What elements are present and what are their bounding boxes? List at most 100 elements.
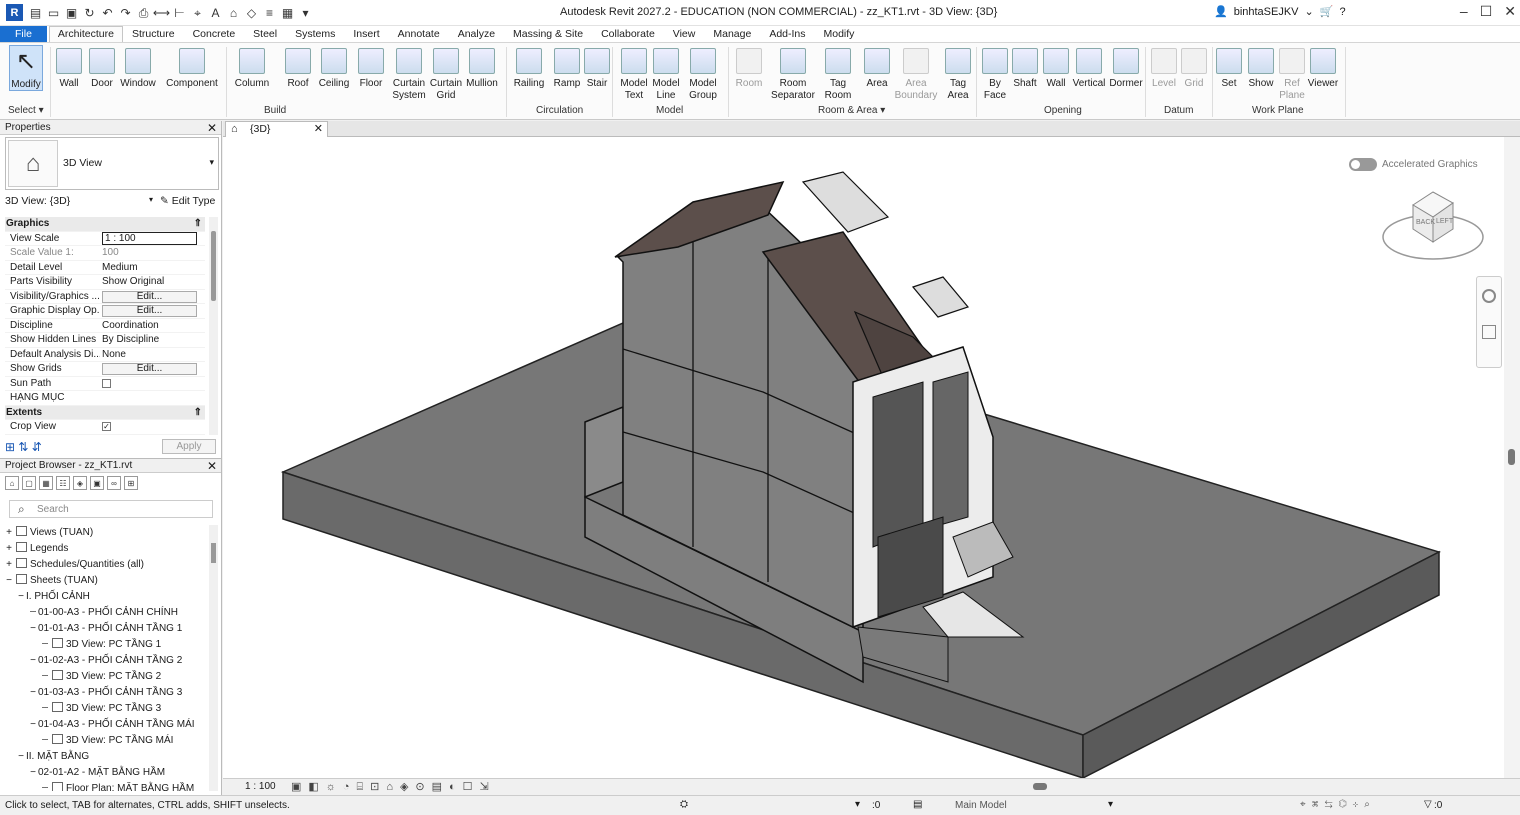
tab-concrete[interactable]: Concrete bbox=[184, 26, 245, 42]
tab-modify[interactable]: Modify bbox=[815, 26, 864, 42]
view-tab-3d[interactable]: ⌂ {3D} ✕ bbox=[225, 121, 328, 137]
help-icon[interactable]: ? bbox=[1339, 6, 1345, 18]
property-row[interactable]: Parts Visibility Show Original bbox=[5, 275, 205, 290]
browser-search-input[interactable]: ⌕ Search bbox=[9, 500, 213, 518]
sheet-icon[interactable]: ▦ bbox=[39, 476, 53, 490]
expand-toggle-icon[interactable]: − bbox=[16, 749, 26, 765]
schedule-icon[interactable]: ☷ bbox=[56, 476, 70, 490]
chevron-down-icon[interactable]: ▾ bbox=[1108, 799, 1113, 810]
property-value[interactable]: Coordination bbox=[100, 319, 205, 333]
sync-icon[interactable]: ↻ bbox=[82, 6, 97, 21]
expand-toggle-icon[interactable]: − bbox=[28, 765, 38, 781]
ribbon-column-button[interactable]: Column bbox=[232, 45, 272, 90]
property-value[interactable]: 1 : 100 bbox=[100, 231, 205, 246]
zoom-icon[interactable] bbox=[1482, 325, 1496, 339]
ribbon-group-label[interactable]: Select ▾ bbox=[8, 105, 44, 116]
accelerated-graphics-toggle[interactable]: Accelerated Graphics bbox=[1349, 158, 1478, 171]
filter-icon[interactable]: ▽ bbox=[1424, 799, 1432, 810]
expand-toggle-icon[interactable]: − bbox=[28, 685, 38, 701]
ribbon-grid-button[interactable]: Grid bbox=[1180, 45, 1208, 90]
view-scale-input[interactable]: 1 : 100 bbox=[102, 231, 197, 245]
ribbon-window-button[interactable]: Window bbox=[118, 45, 158, 90]
tab-view[interactable]: View bbox=[664, 26, 705, 42]
property-value[interactable]: ⇑ bbox=[100, 406, 205, 420]
ribbon-vertical-button[interactable]: Vertical bbox=[1071, 45, 1107, 90]
property-row[interactable]: Visibility/Graphics ... Edit... bbox=[5, 290, 205, 304]
property-value[interactable]: By Discipline bbox=[100, 333, 205, 347]
worksharing-icon[interactable]: ⛭ bbox=[680, 799, 688, 810]
chevron-down-icon[interactable]: ▾ bbox=[149, 195, 153, 204]
expand-toggle-icon[interactable]: + bbox=[4, 557, 14, 573]
dimension-icon[interactable]: ⊢ bbox=[172, 6, 187, 21]
property-category[interactable]: Extents ⇑ bbox=[5, 405, 205, 420]
property-value[interactable]: Edit... bbox=[100, 290, 205, 304]
tab-structure[interactable]: Structure bbox=[123, 26, 184, 42]
property-row[interactable]: View Scale 1 : 100 bbox=[5, 231, 205, 246]
property-value[interactable]: Edit... bbox=[100, 362, 205, 376]
ribbon-group-label[interactable]: Room & Area ▾ bbox=[818, 105, 885, 116]
edit-button[interactable]: Edit... bbox=[102, 290, 197, 303]
property-row[interactable]: Crop View ✓ bbox=[5, 420, 205, 435]
customize-qat-icon[interactable]: ▾ bbox=[298, 6, 313, 21]
ribbon-roof-button[interactable]: Roof bbox=[285, 45, 311, 90]
print-icon[interactable]: ⎙ bbox=[136, 6, 151, 21]
thin-lines-icon[interactable]: ≡ bbox=[262, 6, 277, 21]
property-row[interactable]: Show Grids Edit... bbox=[5, 362, 205, 377]
ribbon-ramp-button[interactable]: Ramp bbox=[552, 45, 582, 90]
ribbon-model-group-button[interactable]: Model Group bbox=[684, 45, 722, 102]
properties-scrollbar[interactable] bbox=[209, 217, 218, 435]
tree-node[interactable]: ┄ 3D View: PC TẦNG 2 bbox=[4, 669, 209, 685]
tree-node[interactable]: − I. PHỐI CẢNH bbox=[4, 589, 209, 605]
edit-button[interactable]: Edit... bbox=[102, 363, 197, 375]
property-value[interactable]: ⇑ bbox=[100, 217, 205, 231]
design-options-icon[interactable]: ▤ bbox=[913, 799, 922, 810]
family-icon[interactable]: ◈ bbox=[73, 476, 87, 490]
ribbon-by-face-button[interactable]: By Face bbox=[980, 45, 1010, 102]
tree-node[interactable]: ┄ 3D View: PC TẦNG 3 bbox=[4, 701, 209, 717]
user-icon[interactable]: 👤 bbox=[1214, 5, 1228, 18]
property-value[interactable]: Medium bbox=[100, 261, 205, 275]
tab-architecture[interactable]: Architecture bbox=[48, 26, 123, 42]
ribbon-group-label[interactable]: Opening bbox=[1044, 105, 1082, 116]
tree-node[interactable]: −01-01-A3 - PHỐI CẢNH TẦNG 1 bbox=[4, 621, 209, 637]
ribbon-modify-button[interactable]: ↖ Modify bbox=[9, 45, 43, 91]
minimize-icon[interactable]: – bbox=[1460, 3, 1468, 20]
ribbon-tag-area-button[interactable]: Tag Area bbox=[942, 45, 974, 102]
group-icon[interactable]: ▣ bbox=[90, 476, 104, 490]
edit-button[interactable]: Edit... bbox=[102, 305, 197, 317]
ribbon-show-button[interactable]: Show bbox=[1246, 45, 1276, 90]
tree-node[interactable]: + Views (TUAN) bbox=[4, 525, 209, 541]
open-icon[interactable]: ▭ bbox=[46, 6, 61, 21]
ribbon-set-button[interactable]: Set bbox=[1215, 45, 1243, 90]
expand-toggle-icon[interactable]: − bbox=[28, 621, 38, 637]
collapse-icon[interactable]: ⇑ bbox=[194, 406, 202, 420]
edit-type-button[interactable]: ✎ Edit Type bbox=[160, 195, 215, 207]
ribbon-model-text-button[interactable]: Model Text bbox=[618, 45, 650, 102]
tab-steel[interactable]: Steel bbox=[244, 26, 286, 42]
ribbon-dormer-button[interactable]: Dormer bbox=[1108, 45, 1144, 90]
property-row[interactable]: Show Hidden Lines By Discipline bbox=[5, 333, 205, 348]
tree-node[interactable]: ┄ 3D View: PC TẦNG 1 bbox=[4, 637, 209, 653]
ribbon-component-button[interactable]: Component bbox=[164, 45, 220, 90]
ribbon-shaft-button[interactable]: Shaft bbox=[1011, 45, 1039, 90]
chevron-down-icon[interactable]: ⌄ bbox=[1305, 5, 1314, 18]
ribbon-group-label[interactable]: Datum bbox=[1164, 105, 1193, 116]
ribbon-group-label[interactable]: Build bbox=[264, 105, 286, 116]
maximize-icon[interactable]: ☐ bbox=[1480, 3, 1493, 20]
viewport-vertical-scrollbar[interactable] bbox=[1504, 137, 1520, 778]
ribbon-viewer-button[interactable]: Viewer bbox=[1306, 45, 1340, 90]
toolbar-icons[interactable]: ⊞ ⇅ ⇵ bbox=[5, 440, 42, 454]
tab-insert[interactable]: Insert bbox=[344, 26, 388, 42]
text-icon[interactable]: A bbox=[208, 6, 223, 21]
3d-view-icon[interactable]: ⌂ bbox=[226, 6, 241, 21]
home-icon[interactable]: ▤ bbox=[28, 6, 43, 21]
ribbon-area-button[interactable]: Area bbox=[862, 45, 892, 90]
expand-toggle-icon[interactable]: + bbox=[4, 525, 14, 541]
tree-node[interactable]: ┄ 3D View: PC TẦNG MÁI bbox=[4, 733, 209, 749]
tree-node[interactable]: −01-02-A3 - PHỐI CẢNH TẦNG 2 bbox=[4, 653, 209, 669]
ribbon-door-button[interactable]: Door bbox=[89, 45, 115, 90]
collapse-icon[interactable]: ⇑ bbox=[194, 217, 202, 231]
ribbon-mullion-button[interactable]: Mullion bbox=[463, 45, 501, 90]
assembly-icon[interactable]: ⊞ bbox=[124, 476, 138, 490]
revit-logo-icon[interactable]: R bbox=[6, 4, 23, 21]
